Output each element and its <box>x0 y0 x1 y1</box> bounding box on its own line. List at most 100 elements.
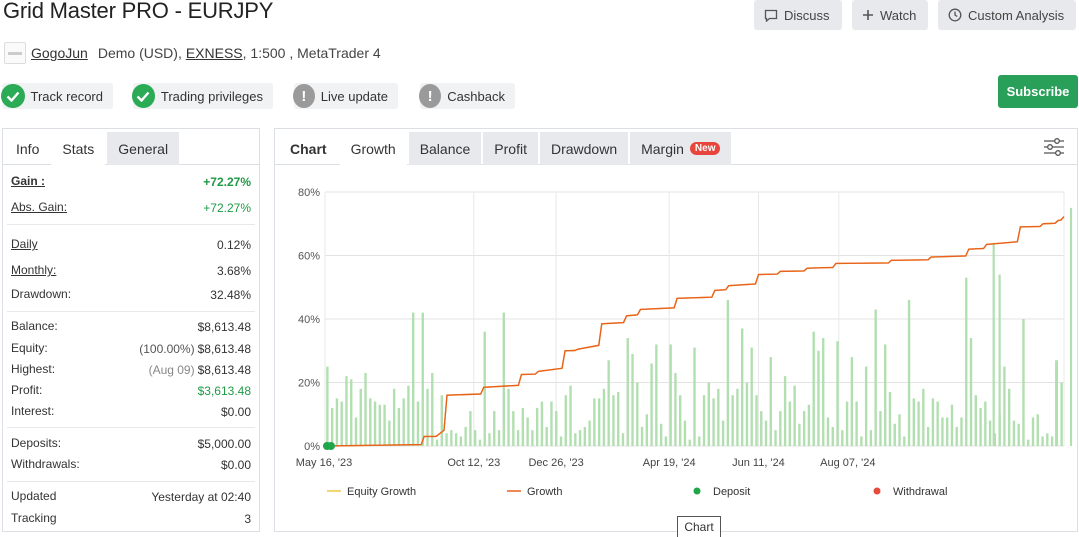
tab-info[interactable]: Info <box>6 132 49 165</box>
activity-bar <box>864 366 868 446</box>
cashback-badge[interactable]: ! Cashback <box>419 83 515 109</box>
activity-bar <box>1017 423 1020 446</box>
tab-general[interactable]: General <box>107 132 180 165</box>
activity-bar <box>464 426 467 446</box>
stat-abs-gain: Abs. Gain: +72.27% <box>11 197 251 218</box>
activity-bar <box>383 404 386 446</box>
equity-percent: (100.00%) <box>139 341 195 356</box>
activity-bar <box>402 398 405 446</box>
divider <box>7 481 255 482</box>
stat-balance: Balance: $8,613.48 <box>11 316 251 337</box>
author-link[interactable]: GogoJun <box>31 45 88 61</box>
activity-bar <box>392 388 396 446</box>
daily-label[interactable]: Daily <box>11 237 38 252</box>
watch-label: Watch <box>880 7 917 23</box>
activity-bar <box>998 274 1001 446</box>
activity-bar <box>812 331 815 446</box>
activity-bar <box>578 430 582 446</box>
activity-bar <box>903 436 906 446</box>
stat-updated: Updated Yesterday at 02:40 <box>11 486 251 507</box>
activity-bar <box>969 338 973 446</box>
activity-bar <box>426 388 429 446</box>
activity-bar <box>760 411 763 446</box>
activity-bar <box>555 411 558 446</box>
activity-bar <box>478 439 482 446</box>
activity-bar <box>655 344 658 446</box>
activity-bar <box>1036 414 1039 446</box>
stats-tabs: Info Stats General <box>3 129 259 165</box>
activity-bar <box>960 417 963 446</box>
discuss-button[interactable]: Discuss <box>754 0 842 30</box>
chart-panel: Chart Growth Balance Profit Drawdown Mar… <box>274 128 1078 532</box>
activity-bar <box>340 401 343 446</box>
activity-bar <box>898 414 901 446</box>
tracking-label: Tracking <box>11 511 57 525</box>
activity-bar <box>1027 439 1030 446</box>
activity-bar <box>507 388 510 446</box>
track-record-label: Track record <box>30 88 103 104</box>
activity-bar <box>822 338 825 446</box>
custom-analysis-button[interactable]: Custom Analysis <box>938 0 1076 30</box>
track-record-badge[interactable]: Track record <box>1 83 113 109</box>
plus-icon <box>863 10 873 20</box>
activity-bar <box>836 341 839 446</box>
abs-gain-label[interactable]: Abs. Gain: <box>11 200 67 215</box>
activity-bar <box>597 398 601 446</box>
activity-bar <box>717 388 720 446</box>
check-icon <box>1 84 25 108</box>
monthly-value: 3.68% <box>216 263 251 278</box>
chart-tooltip: Chart <box>677 516 721 537</box>
activity-bar <box>521 407 525 446</box>
activity-bar <box>540 401 544 446</box>
activity-bar <box>917 401 920 446</box>
activity-bar <box>855 401 858 446</box>
legend-label: Growth <box>527 486 562 498</box>
drawdown-label: Drawdown: <box>11 287 72 301</box>
activity-bar <box>1046 433 1049 446</box>
activity-bar <box>950 404 954 446</box>
activity-bar <box>469 411 472 446</box>
activity-bar <box>497 430 501 446</box>
activity-bar <box>335 398 339 446</box>
live-update-badge[interactable]: ! Live update <box>293 83 398 109</box>
subscribe-button[interactable]: Subscribe <box>998 75 1078 108</box>
activity-bar <box>984 401 987 446</box>
growth-chart[interactable]: 0% 20% 40% 60% 80% May 16, '23 Oct 12, '23 Dec … <box>275 129 1079 533</box>
activity-bar <box>907 299 911 446</box>
x-tick-label: Dec 26, '23 <box>528 457 583 469</box>
divider <box>7 427 255 428</box>
monthly-label[interactable]: Monthly: <box>11 263 56 278</box>
activity-bar <box>740 328 744 446</box>
activity-bar <box>369 398 372 446</box>
activity-bar <box>1003 366 1006 446</box>
broker-link[interactable]: EXNESS <box>186 45 243 61</box>
activity-bar <box>788 401 792 446</box>
trading-privileges-badge[interactable]: Trading privileges <box>132 83 273 109</box>
activity-bar <box>693 347 696 446</box>
stats-panel: Info Stats General Gain : +72.27% Abs. G… <box>2 128 260 532</box>
tab-stats[interactable]: Stats <box>51 132 106 165</box>
activity-bar <box>674 372 677 446</box>
x-tick-label: Aug 07, '24 <box>820 457 875 469</box>
stat-drawdown: Drawdown: 32.48% <box>11 284 251 305</box>
x-tick-label: Oct 12, '23 <box>447 457 500 469</box>
stat-withdrawals: Withdrawals: $0.00 <box>11 454 251 475</box>
activity-bar <box>941 417 944 446</box>
watch-button[interactable]: Watch <box>852 0 928 30</box>
legend-label: Deposit <box>713 486 750 498</box>
activity-bar <box>664 436 668 446</box>
activity-bar <box>755 395 758 446</box>
activity-bar <box>874 309 877 446</box>
y-tick-label: 60% <box>298 251 320 263</box>
activity-bar <box>979 407 982 446</box>
balance-label: Balance: <box>11 319 58 333</box>
activity-bar <box>736 388 739 446</box>
activity-bar <box>512 411 515 446</box>
gain-label[interactable]: Gain : <box>11 174 45 189</box>
equity-value: $8,613.48 <box>197 341 251 356</box>
activity-bar <box>612 395 615 446</box>
activity-bar <box>364 372 367 446</box>
activity-bar <box>350 379 353 446</box>
activity-bar <box>764 420 768 446</box>
activity-bar <box>435 439 439 446</box>
